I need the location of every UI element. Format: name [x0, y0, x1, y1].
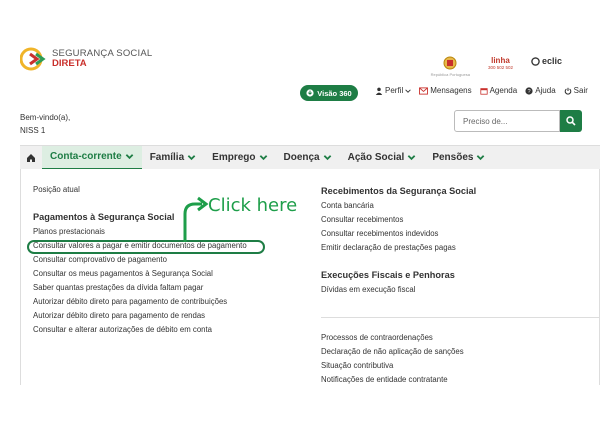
- menu-link[interactable]: Conta bancária: [321, 199, 599, 213]
- menu-right-column: Recebimentos da Segurança Social Conta b…: [321, 183, 599, 385]
- menu-link[interactable]: Emitir declaração de prestações pagas: [321, 241, 599, 255]
- menu-link[interactable]: Consultar comprovativo de pagamento: [33, 253, 303, 267]
- home-button[interactable]: [20, 153, 42, 163]
- nav-doenca[interactable]: Doença: [276, 146, 340, 170]
- nav-conta-corrente[interactable]: Conta-corrente: [42, 145, 142, 170]
- nav-emprego[interactable]: Emprego: [204, 146, 275, 170]
- search-button[interactable]: [560, 110, 582, 132]
- help-icon: ?: [525, 86, 533, 95]
- home-icon: [27, 153, 35, 162]
- menu-link[interactable]: Notificações de entidade contratante: [321, 373, 599, 385]
- header: SEGURANÇA SOCIAL DIRETA República Portug…: [0, 0, 600, 145]
- logo-text: SEGURANÇA SOCIAL DIRETA: [52, 49, 152, 69]
- coat-of-arms-icon: [443, 56, 457, 70]
- menu-link[interactable]: Processos de contraordenações: [321, 331, 599, 345]
- mensagens-label: Mensagens: [430, 86, 472, 95]
- menu-link[interactable]: Consultar recebimentos indevidos: [321, 227, 599, 241]
- chevron-down-icon: [259, 155, 267, 161]
- perfil-link[interactable]: Perfil: [375, 86, 411, 95]
- menu-link[interactable]: Situação contributiva: [321, 359, 599, 373]
- visao-360-label: Visão 360: [317, 88, 352, 98]
- eclic-logo[interactable]: eclic: [531, 56, 562, 66]
- menu-divider: [321, 317, 599, 318]
- agenda-link[interactable]: Agenda: [479, 86, 518, 95]
- linha-name: linha: [491, 56, 510, 65]
- nav-familia[interactable]: Família: [142, 146, 204, 170]
- eclic-icon: [531, 56, 540, 66]
- chevron-down-icon: [125, 154, 133, 160]
- nav-label: Família: [149, 152, 185, 163]
- chevron-down-icon: [187, 155, 196, 161]
- welcome-text: Bem-vindo(a),: [20, 113, 71, 122]
- seguranca-social-logo[interactable]: SEGURANÇA SOCIAL DIRETA: [19, 46, 152, 72]
- menu-link[interactable]: Declaração de não aplicação de sanções: [321, 345, 599, 359]
- nav-acao-social[interactable]: Ação Social: [340, 146, 425, 170]
- nav-label: Doença: [283, 152, 320, 163]
- menu-link[interactable]: Saber quantas prestações da dívida falta…: [33, 281, 303, 295]
- nav-label: Ação Social: [347, 152, 405, 163]
- agenda-label: Agenda: [489, 86, 518, 95]
- section-title-execucoes: Execuções Fiscais e Penhoras: [321, 270, 455, 280]
- niss-text: NISS 1: [20, 126, 46, 135]
- menu-link[interactable]: Autorizar débito direto para pagamento d…: [33, 295, 303, 309]
- republica-caption: República Portuguesa: [430, 72, 470, 77]
- republica-portuguesa-logo[interactable]: República Portuguesa: [431, 56, 470, 77]
- menu-link[interactable]: Consultar os meus pagamentos à Segurança…: [33, 267, 303, 281]
- svg-text:?: ?: [528, 89, 531, 95]
- sair-label: Sair: [573, 86, 588, 95]
- menu-link[interactable]: Autorizar débito direto para pagamento d…: [33, 309, 303, 323]
- envelope-icon: [419, 86, 429, 95]
- menu-link[interactable]: Consultar recebimentos: [321, 213, 599, 227]
- logo-line2: DIRETA: [52, 58, 87, 69]
- menu-link[interactable]: Consultar e alterar autorizações de débi…: [33, 323, 303, 337]
- sair-link[interactable]: Sair: [564, 86, 588, 95]
- user-icon: [375, 87, 383, 95]
- nav-label: Pensões: [432, 152, 474, 163]
- search-input[interactable]: Preciso de...: [454, 110, 560, 132]
- nav-pensoes[interactable]: Pensões: [424, 146, 493, 170]
- logo-mark-icon: [19, 46, 46, 72]
- top-links: Perfil Mensagens Agenda ? Ajuda Sair: [375, 86, 588, 95]
- menu-link[interactable]: Dívidas em execução fiscal: [321, 283, 599, 297]
- power-icon: [564, 87, 571, 95]
- nav-label: Conta-corrente: [50, 151, 122, 162]
- mensagens-link[interactable]: Mensagens: [419, 86, 472, 95]
- conta-corrente-dropdown: Posição atual Pagamentos à Segurança Soc…: [20, 169, 600, 385]
- visao-360-button[interactable]: Visão 360: [300, 85, 358, 101]
- chevron-down-icon: [405, 88, 411, 93]
- chevron-down-icon: [477, 155, 485, 161]
- click-here-annotation: Click here: [208, 195, 298, 216]
- nav-label: Emprego: [212, 152, 256, 163]
- calendar-icon: [479, 87, 488, 95]
- search-icon: [566, 116, 576, 126]
- download-icon: [306, 89, 314, 97]
- linha-logo[interactable]: linha 300 502 502: [488, 56, 513, 70]
- eclic-text: eclic: [541, 56, 562, 66]
- welcome-block: Bem-vindo(a), NISS 1: [20, 111, 70, 137]
- section-title-recebimentos: Recebimentos da Segurança Social: [321, 186, 477, 196]
- ajuda-link[interactable]: ? Ajuda: [525, 86, 556, 95]
- ajuda-label: Ajuda: [535, 86, 556, 95]
- linha-number: 300 502 502: [487, 65, 513, 70]
- perfil-label: Perfil: [385, 86, 404, 95]
- partner-logos: República Portuguesa linha 300 502 502 e…: [431, 56, 562, 77]
- chevron-down-icon: [408, 155, 416, 161]
- main-navbar: Conta-corrente Família Emprego Doença Aç…: [20, 145, 600, 170]
- chevron-down-icon: [323, 155, 331, 161]
